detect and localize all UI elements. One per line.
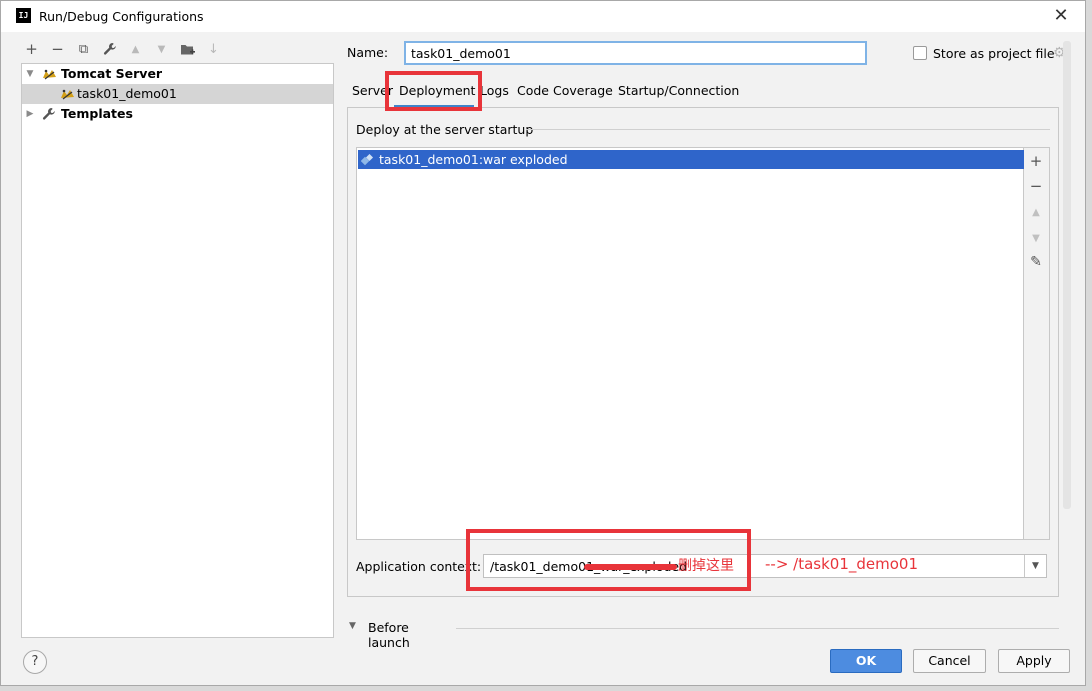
tomcat-icon: [60, 87, 75, 101]
tab-logs[interactable]: Logs: [480, 83, 509, 98]
annotation-delete-here: 删掉这里: [678, 558, 734, 574]
background-edge: [1086, 0, 1092, 691]
config-tree: ▼ Tomcat Server task01_demo01 ▶ Template…: [21, 63, 334, 638]
remove-artifact-icon[interactable]: −: [1024, 177, 1048, 195]
scrollbar[interactable]: [1063, 41, 1071, 509]
chevron-down-icon[interactable]: ▼: [1024, 555, 1046, 577]
close-button[interactable]: ✕: [1051, 6, 1071, 26]
application-context-label: Application context:: [356, 559, 482, 574]
before-launch-label[interactable]: Before launch: [368, 620, 410, 650]
section-divider: [526, 129, 1050, 130]
wrench-icon: [42, 107, 57, 121]
name-input[interactable]: [404, 41, 867, 65]
title-bar[interactable]: IJ Run/Debug Configurations ✕: [1, 1, 1085, 32]
store-as-project-label[interactable]: Store as project file: [933, 46, 1055, 61]
help-button[interactable]: ?: [23, 650, 47, 674]
tree-item-label: task01_demo01: [77, 86, 177, 101]
tree-item-tomcat-server[interactable]: ▼ Tomcat Server: [22, 64, 333, 84]
move-up-icon: ▲: [1032, 207, 1040, 218]
tab-code-coverage[interactable]: Code Coverage: [517, 83, 613, 98]
config-toolbar: + − ⧉ ▲ ▼ ↓: [23, 39, 222, 59]
add-artifact-icon[interactable]: +: [1024, 152, 1048, 170]
section-divider: [456, 628, 1059, 629]
tree-item-label: Templates: [61, 106, 133, 121]
remove-config-icon[interactable]: −: [49, 40, 66, 58]
deploy-artifact-list[interactable]: task01_demo01:war exploded: [356, 147, 1024, 540]
ok-button[interactable]: OK: [830, 649, 902, 673]
annotation-box-deployment-tab: [385, 71, 482, 111]
deployment-panel: Deploy at the server startup task01_demo…: [347, 107, 1059, 597]
annotation-replacement: --> /task01_demo01: [765, 555, 919, 573]
new-folder-icon[interactable]: [179, 41, 196, 58]
name-label: Name:: [347, 45, 389, 60]
copy-config-icon[interactable]: ⧉: [75, 41, 92, 58]
move-down-icon: ▼: [1032, 233, 1040, 244]
store-as-project-checkbox[interactable]: [913, 46, 927, 60]
list-toolbar: + − ▲ ▼ ✎: [1024, 147, 1050, 540]
annotation-strikethrough: [584, 564, 677, 570]
move-down-icon: ▼: [157, 43, 166, 55]
artifact-icon: [360, 153, 375, 166]
expand-arrow-icon[interactable]: ▼: [25, 64, 35, 84]
background-edge: [0, 686, 1092, 691]
tomcat-icon: [42, 67, 57, 81]
tree-item-templates[interactable]: ▶ Templates: [22, 104, 333, 124]
add-config-icon[interactable]: +: [23, 40, 40, 58]
apply-button[interactable]: Apply: [998, 649, 1070, 673]
deploy-section-title: Deploy at the server startup: [356, 122, 534, 137]
sort-icon: ↓: [208, 41, 219, 57]
intellij-app-icon: IJ: [16, 8, 31, 23]
cancel-button[interactable]: Cancel: [913, 649, 986, 673]
window-title: Run/Debug Configurations: [39, 9, 204, 24]
tree-item-label: Tomcat Server: [61, 66, 163, 81]
list-item[interactable]: task01_demo01:war exploded: [358, 150, 1024, 169]
edit-artifact-icon[interactable]: ✎: [1024, 254, 1048, 270]
expand-arrow-icon[interactable]: ▼: [349, 621, 356, 631]
wrench-icon[interactable]: [101, 41, 118, 58]
artifact-label: task01_demo01:war exploded: [379, 152, 568, 167]
tab-startup-connection[interactable]: Startup/Connection: [618, 83, 739, 98]
collapse-arrow-icon[interactable]: ▶: [25, 104, 35, 124]
tree-item-task01-demo01[interactable]: task01_demo01: [22, 84, 333, 104]
move-up-icon: ▲: [131, 43, 140, 55]
